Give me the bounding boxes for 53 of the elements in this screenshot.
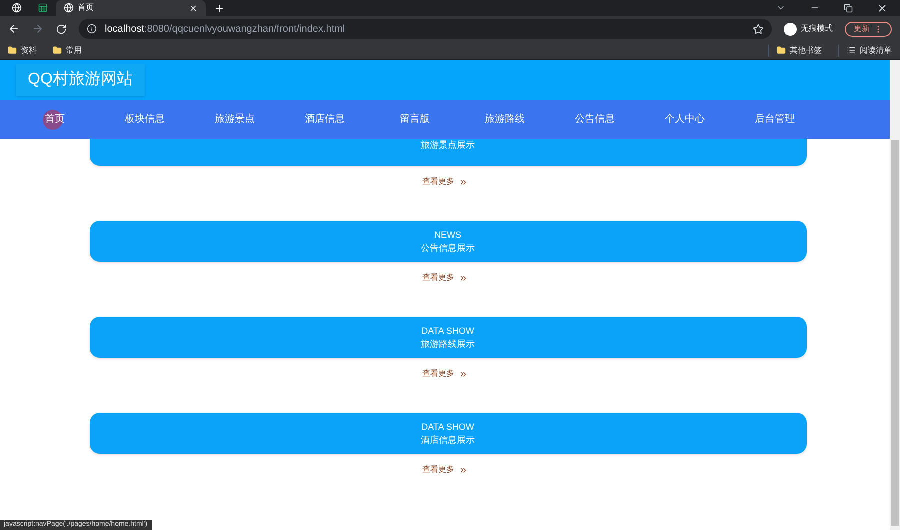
incognito-chip[interactable]: 无痕模式 [784,22,833,36]
section-subtitle: 公告信息展示 [421,242,475,254]
back-icon[interactable] [8,23,20,35]
reading-list[interactable]: 阅读清单 [838,44,892,56]
section-title: NEWS [434,228,462,242]
nav-link[interactable]: 板块信息 [100,112,190,127]
scrollbar-thumb[interactable] [891,140,899,526]
bookmark-folder[interactable]: 资料 [8,44,37,56]
section-subtitle: 旅游路线展示 [421,338,475,350]
update-button[interactable]: 更新 [845,22,892,36]
double-chevron-icon [458,178,468,186]
folder-icon [53,46,62,55]
nav-link[interactable]: 旅游景点 [190,112,280,127]
forward-icon[interactable] [32,23,44,35]
nav-link[interactable]: 首页 [10,112,100,127]
restore-icon[interactable] [844,4,853,13]
nav-link[interactable]: 个人中心 [640,112,730,127]
scrollbar[interactable] [890,60,900,530]
site-title: QQ村旅游网站 [16,64,145,96]
nav-link[interactable]: 后台管理 [730,112,820,127]
click-highlight-icon [43,110,63,130]
folder-icon [8,46,17,55]
new-tab-icon[interactable] [214,3,225,14]
view-more-link[interactable]: 查看更多 [422,368,468,380]
browser-tab[interactable]: 首页 [56,0,206,16]
url-text: localhost:8080/qqcuenlvyouwangzhan/front/index.html [105,22,346,36]
view-more-link[interactable]: 查看更多 [422,464,468,476]
sheet-icon [38,3,48,13]
section-title: DATA SHOW [422,324,474,338]
close-icon[interactable] [189,4,198,12]
bookmark-folder[interactable]: 常用 [53,44,82,56]
close-window-icon[interactable] [877,3,888,14]
reload-icon[interactable] [56,24,67,34]
address-bar[interactable]: localhost:8080/qqcuenlvyouwangzhan/front/index.html [79,19,772,39]
double-chevron-icon [458,370,468,378]
nav-link[interactable]: 酒店信息 [280,112,370,127]
globe-icon [12,3,22,13]
nav-link[interactable]: 公告信息 [550,112,640,127]
section-subtitle: 旅游景点展示 [421,139,475,152]
bookmark-folder[interactable]: 其他书签 [768,44,822,56]
folder-icon [777,46,786,55]
nav-link[interactable]: 留言版 [370,112,460,127]
nav-link[interactable]: 旅游路线 [460,112,550,127]
section-subtitle: 酒店信息展示 [421,434,475,446]
double-chevron-icon [458,274,468,282]
info-icon [87,24,97,34]
view-more-link[interactable]: 查看更多 [422,272,468,284]
section-title: DATA SHOW [422,420,474,434]
double-chevron-icon [458,466,468,474]
list-icon [847,46,856,55]
bookmark-star-icon[interactable] [753,24,764,34]
view-more-link[interactable]: 查看更多 [422,176,468,188]
globe-icon [64,3,74,13]
